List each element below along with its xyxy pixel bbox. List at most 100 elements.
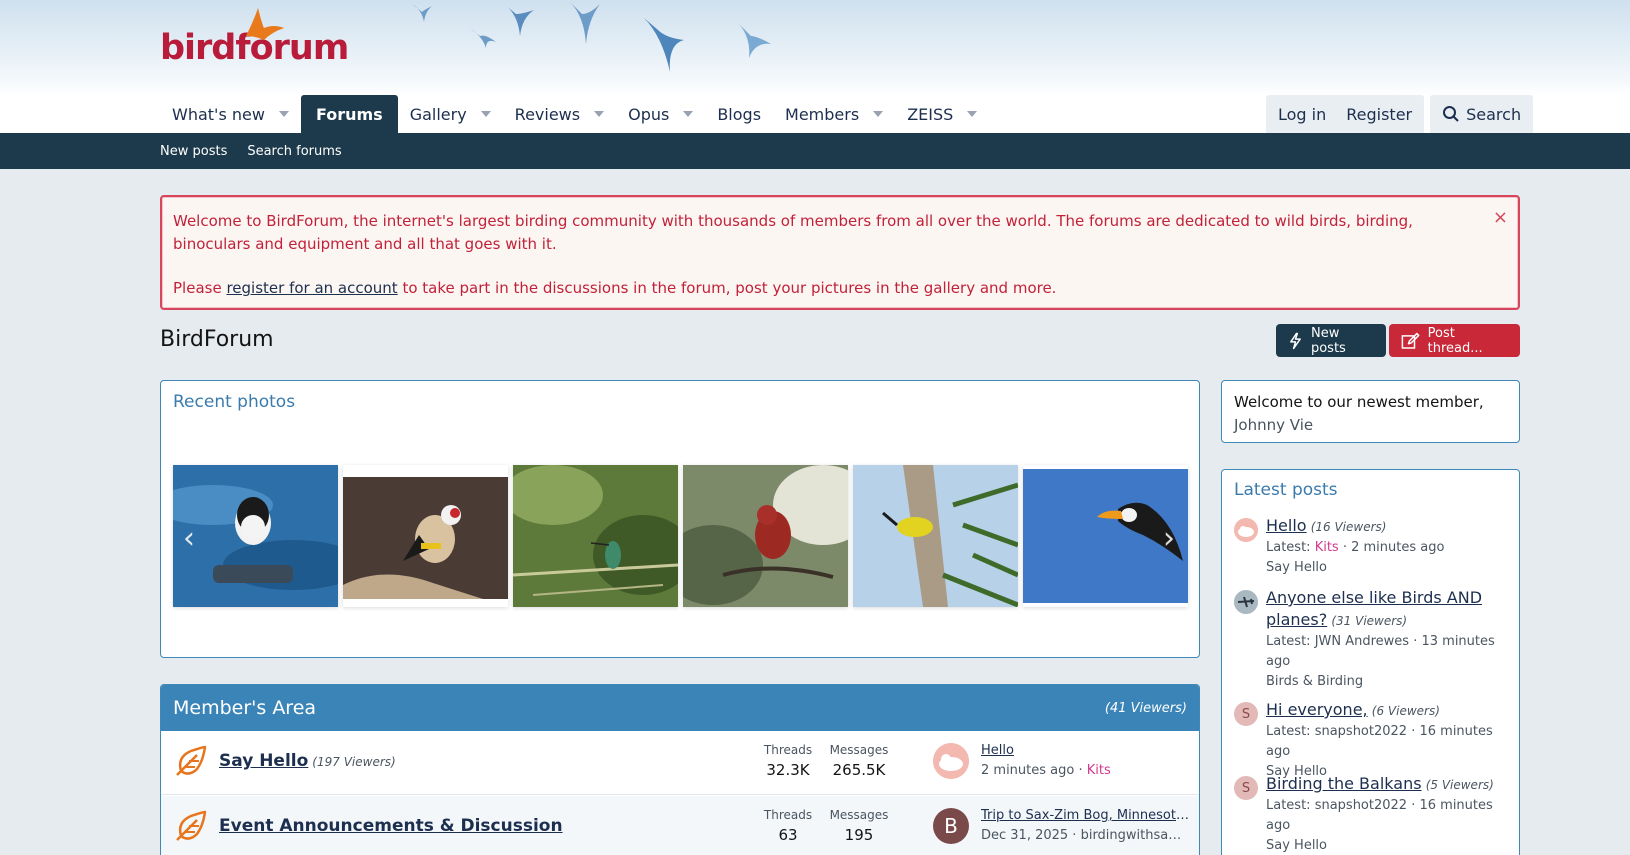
register-link[interactable]: register for an account <box>226 279 397 297</box>
chevron-down-icon[interactable] <box>967 111 978 117</box>
category-title[interactable]: Member's Area <box>173 697 316 719</box>
member-area-block: Member's Area (41 Viewers) Say Hello (197… <box>160 684 1200 855</box>
threads-label: Threads <box>763 743 813 757</box>
messages-label: Messages <box>829 808 889 822</box>
threads-stat: Threads 63 <box>761 808 815 844</box>
messages-label: Messages <box>829 743 889 757</box>
tab-opus[interactable]: Opus <box>616 95 705 133</box>
photo-tanager[interactable] <box>683 465 848 607</box>
edit-icon <box>1401 332 1420 349</box>
register-button[interactable]: Register <box>1338 95 1425 133</box>
viewers-count: (16 Viewers) <box>1310 520 1387 534</box>
forum-link[interactable]: Birds & Birding <box>1266 672 1514 692</box>
viewers-count: (6 Viewers) <box>1371 704 1440 718</box>
flying-bird-icon <box>470 28 496 48</box>
tab-label: What's new <box>172 104 265 124</box>
flying-bird-icon <box>644 18 684 72</box>
threads-count: 32.3K <box>766 761 810 779</box>
chevron-down-icon[interactable] <box>873 111 884 117</box>
latest-thread-link[interactable]: Trip to Sax-Zim Bog, Minnesota ... <box>981 806 1191 826</box>
site-header: birdforum What's new Forums Gallery Revi… <box>0 0 1630 133</box>
tab-gallery[interactable]: Gallery <box>398 95 503 133</box>
post-time: · 2 minutes ago <box>1338 540 1445 555</box>
close-icon[interactable]: × <box>1493 206 1508 229</box>
chevron-down-icon[interactable] <box>594 111 605 117</box>
flying-bird-icon <box>739 24 771 58</box>
forum-title-link[interactable]: Event Announcements & Discussion <box>219 816 563 836</box>
new-posts-button[interactable]: New posts <box>1276 324 1386 357</box>
threads-stat: Threads 32.3K <box>761 743 815 779</box>
subnav-new-posts[interactable]: New posts <box>160 144 227 159</box>
photo-goldfinch[interactable] <box>343 465 508 607</box>
forum-title-link[interactable]: Say Hello (197 Viewers) <box>219 751 396 771</box>
recent-photos-block: Recent photos ‹ › <box>160 380 1200 658</box>
viewers-count: (31 Viewers) <box>1331 614 1408 628</box>
flying-bird-icon <box>412 4 432 22</box>
user-link[interactable]: birdingwithsammy <box>1081 828 1191 843</box>
latest-post-link[interactable]: Hi everyone, <box>1266 700 1368 719</box>
photo-oriole[interactable] <box>853 465 1018 607</box>
user-link[interactable]: JWN Andrewes <box>1315 634 1409 649</box>
search-button[interactable]: Search <box>1430 95 1534 133</box>
latest-time: Dec 31, 2025 · <box>981 828 1081 843</box>
forum-title: Say Hello <box>219 751 309 771</box>
search-icon <box>1443 106 1459 122</box>
latest-post-link[interactable]: Birding the Balkans <box>1266 774 1422 793</box>
subnav-search-forums[interactable]: Search forums <box>247 144 341 159</box>
welcome-notice: Welcome to BirdForum, the internet's lar… <box>160 195 1520 310</box>
chevron-down-icon[interactable] <box>683 111 694 117</box>
feather-icon <box>176 810 207 841</box>
forum-row: Say Hello (197 Viewers) Threads 32.3K Mes… <box>161 731 1199 795</box>
latest-posts-block: Latest posts Hello (16 Viewers) Latest: … <box>1221 469 1520 855</box>
threads-count: 63 <box>778 826 798 844</box>
tab-forums[interactable]: Forums <box>300 95 398 133</box>
welcome-text: Welcome to our newest member, <box>1234 393 1484 411</box>
lightning-icon <box>1290 332 1301 349</box>
account-nav: Log in Register Search <box>1266 95 1534 133</box>
tab-reviews[interactable]: Reviews <box>503 95 616 133</box>
photo-hummingbird[interactable] <box>513 465 678 607</box>
tab-label: Blogs <box>717 104 762 124</box>
carousel-prev-icon[interactable]: ‹ <box>183 521 195 556</box>
carousel-next-icon[interactable]: › <box>1163 521 1175 556</box>
avatar[interactable] <box>1234 518 1258 542</box>
avatar[interactable]: S <box>1234 702 1258 726</box>
chevron-down-icon[interactable] <box>480 111 491 117</box>
user-link[interactable]: snapshot2022 <box>1315 724 1407 739</box>
forum-title: Event Announcements & Discussion <box>219 816 563 836</box>
search-label: Search <box>1466 104 1522 124</box>
avatar[interactable]: S <box>1234 776 1258 800</box>
tab-label: Reviews <box>514 104 581 124</box>
notice-text: Welcome to BirdForum, the internet's lar… <box>173 212 1413 253</box>
avatar[interactable] <box>933 743 969 779</box>
tab-members[interactable]: Members <box>773 95 895 133</box>
new-posts-label: New posts <box>1310 325 1346 356</box>
latest-label: Latest: <box>1266 634 1315 649</box>
latest-thread: Hello 2 minutes ago · Kits <box>981 741 1191 781</box>
cat-avatar-icon <box>933 743 969 779</box>
forum-link[interactable]: Say Hello <box>1266 558 1514 578</box>
user-link[interactable]: Kits <box>1087 763 1111 778</box>
messages-stat: Messages 195 <box>829 808 889 844</box>
recent-photos-title[interactable]: Recent photos <box>173 392 295 412</box>
chevron-down-icon[interactable] <box>278 111 289 117</box>
messages-count: 265.5K <box>832 761 886 779</box>
flying-bird-icon <box>570 2 600 44</box>
user-link[interactable]: Kits <box>1315 540 1339 555</box>
post-thread-button[interactable]: Post thread... <box>1389 324 1520 357</box>
avatar[interactable]: B <box>933 808 969 844</box>
tab-whats-new[interactable]: What's new <box>160 95 301 133</box>
latest-posts-title[interactable]: Latest posts <box>1234 480 1338 500</box>
tab-label: Gallery <box>409 104 467 124</box>
login-button[interactable]: Log in <box>1266 95 1339 133</box>
forum-link[interactable]: Say Hello <box>1266 836 1514 855</box>
latest-thread-link[interactable]: Hello <box>981 741 1191 761</box>
latest-post-link[interactable]: Hello <box>1266 516 1307 535</box>
category-header[interactable]: Member's Area (41 Viewers) <box>161 685 1199 731</box>
user-link[interactable]: snapshot2022 <box>1315 798 1407 813</box>
avatar[interactable] <box>1234 590 1258 614</box>
photo-dipper[interactable] <box>173 465 338 607</box>
newest-member-link[interactable]: Johnny Vie <box>1234 414 1507 437</box>
tab-blogs[interactable]: Blogs <box>705 95 773 133</box>
tab-zeiss[interactable]: ZEISS <box>895 95 989 133</box>
